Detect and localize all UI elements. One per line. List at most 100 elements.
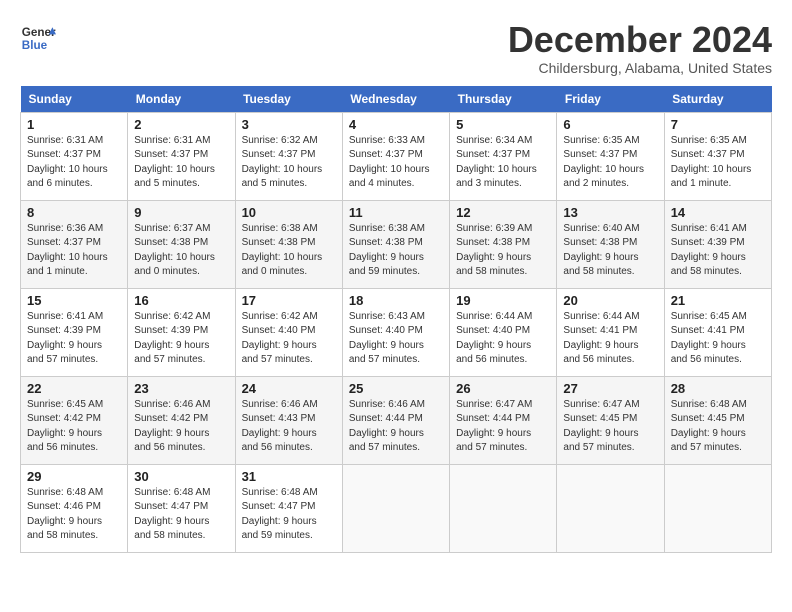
day-number-21: 21 [671, 293, 765, 308]
day-cell-27: 27 Sunrise: 6:47 AMSunset: 4:45 PMDayligh… [557, 376, 664, 464]
day-number-3: 3 [242, 117, 336, 132]
day-detail-23: Sunrise: 6:46 AMSunset: 4:42 PMDaylight:… [134, 398, 228, 456]
weekday-header-thursday: Thursday [450, 86, 557, 113]
day-detail-9: Sunrise: 6:37 AMSunset: 4:38 PMDaylight:… [134, 222, 228, 280]
day-number-8: 8 [27, 205, 121, 220]
weekday-header-sunday: Sunday [21, 86, 128, 113]
day-number-5: 5 [456, 117, 550, 132]
day-number-14: 14 [671, 205, 765, 220]
day-cell-21: 21 Sunrise: 6:45 AMSunset: 4:41 PMDayligh… [664, 288, 771, 376]
week-row-1: 1 Sunrise: 6:31 AMSunset: 4:37 PMDaylight… [21, 112, 772, 200]
day-detail-11: Sunrise: 6:38 AMSunset: 4:38 PMDaylight:… [349, 222, 443, 280]
day-cell-2: 2Sunrise: 6:31 AMSunset: 4:37 PMDaylight… [128, 112, 235, 200]
day-cell-30: 30 Sunrise: 6:48 AMSunset: 4:47 PMDayligh… [128, 464, 235, 552]
day-number-16: 16 [134, 293, 228, 308]
day-detail-7: Sunrise: 6:35 AMSunset: 4:37 PMDaylight:… [671, 134, 765, 192]
location: Childersburg, Alabama, United States [508, 60, 772, 76]
day-detail-25: Sunrise: 6:46 AMSunset: 4:44 PMDaylight:… [349, 398, 443, 456]
day-cell-1: 1Sunrise: 6:31 AMSunset: 4:37 PMDaylight… [21, 112, 128, 200]
day-number-17: 17 [242, 293, 336, 308]
day-cell-3: 3 Sunrise: 6:32 AMSunset: 4:37 PMDaylight… [235, 112, 342, 200]
day-cell-4: 4 Sunrise: 6:33 AMSunset: 4:37 PMDaylight… [342, 112, 449, 200]
day-number-23: 23 [134, 381, 228, 396]
logo-icon: General Blue [20, 20, 56, 56]
day-detail-16: Sunrise: 6:42 AMSunset: 4:39 PMDaylight:… [134, 310, 228, 368]
day-detail-31: Sunrise: 6:48 AMSunset: 4:47 PMDaylight:… [242, 486, 336, 544]
day-number-18: 18 [349, 293, 443, 308]
day-number-7: 7 [671, 117, 765, 132]
day-cell-7: 7 Sunrise: 6:35 AMSunset: 4:37 PMDaylight… [664, 112, 771, 200]
day-detail-20: Sunrise: 6:44 AMSunset: 4:41 PMDaylight:… [563, 310, 657, 368]
day-cell-15: 15 Sunrise: 6:41 AMSunset: 4:39 PMDayligh… [21, 288, 128, 376]
day-cell-23: 23 Sunrise: 6:46 AMSunset: 4:42 PMDayligh… [128, 376, 235, 464]
day-detail-15: Sunrise: 6:41 AMSunset: 4:39 PMDaylight:… [27, 310, 121, 368]
empty-cell [342, 464, 449, 552]
day-number-4: 4 [349, 117, 443, 132]
day-detail-18: Sunrise: 6:43 AMSunset: 4:40 PMDaylight:… [349, 310, 443, 368]
day-detail-21: Sunrise: 6:45 AMSunset: 4:41 PMDaylight:… [671, 310, 765, 368]
day-cell-14: 14 Sunrise: 6:41 AMSunset: 4:39 PMDayligh… [664, 200, 771, 288]
day-number-31: 31 [242, 469, 336, 484]
day-cell-26: 26 Sunrise: 6:47 AMSunset: 4:44 PMDayligh… [450, 376, 557, 464]
day-cell-18: 18 Sunrise: 6:43 AMSunset: 4:40 PMDayligh… [342, 288, 449, 376]
day-number-29: 29 [27, 469, 121, 484]
day-number-20: 20 [563, 293, 657, 308]
day-cell-29: 29 Sunrise: 6:48 AMSunset: 4:46 PMDayligh… [21, 464, 128, 552]
calendar-table: SundayMondayTuesdayWednesdayThursdayFrid… [20, 86, 772, 553]
day-number-13: 13 [563, 205, 657, 220]
day-detail-17: Sunrise: 6:42 AMSunset: 4:40 PMDaylight:… [242, 310, 336, 368]
day-detail-10: Sunrise: 6:38 AMSunset: 4:38 PMDaylight:… [242, 222, 336, 280]
day-detail-5: Sunrise: 6:34 AMSunset: 4:37 PMDaylight:… [456, 134, 550, 192]
day-number-10: 10 [242, 205, 336, 220]
day-detail-30: Sunrise: 6:48 AMSunset: 4:47 PMDaylight:… [134, 486, 228, 544]
title-block: December 2024 Childersburg, Alabama, Uni… [508, 20, 772, 76]
day-detail-19: Sunrise: 6:44 AMSunset: 4:40 PMDaylight:… [456, 310, 550, 368]
day-number-12: 12 [456, 205, 550, 220]
day-detail-12: Sunrise: 6:39 AMSunset: 4:38 PMDaylight:… [456, 222, 550, 280]
empty-cell [557, 464, 664, 552]
day-detail-3: Sunrise: 6:32 AMSunset: 4:37 PMDaylight:… [242, 134, 336, 192]
day-detail-27: Sunrise: 6:47 AMSunset: 4:45 PMDaylight:… [563, 398, 657, 456]
empty-cell [450, 464, 557, 552]
svg-text:Blue: Blue [22, 39, 48, 52]
day-cell-31: 31 Sunrise: 6:48 AMSunset: 4:47 PMDayligh… [235, 464, 342, 552]
day-number-28: 28 [671, 381, 765, 396]
day-cell-20: 20 Sunrise: 6:44 AMSunset: 4:41 PMDayligh… [557, 288, 664, 376]
day-detail-6: Sunrise: 6:35 AMSunset: 4:37 PMDaylight:… [563, 134, 657, 192]
day-number-25: 25 [349, 381, 443, 396]
day-number-30: 30 [134, 469, 228, 484]
logo: General Blue General Blue [20, 20, 56, 56]
weekday-header-row: SundayMondayTuesdayWednesdayThursdayFrid… [21, 86, 772, 113]
weekday-header-monday: Monday [128, 86, 235, 113]
day-cell-8: 8Sunrise: 6:36 AMSunset: 4:37 PMDaylight… [21, 200, 128, 288]
day-cell-6: 6 Sunrise: 6:35 AMSunset: 4:37 PMDaylight… [557, 112, 664, 200]
day-cell-5: 5 Sunrise: 6:34 AMSunset: 4:37 PMDaylight… [450, 112, 557, 200]
day-number-26: 26 [456, 381, 550, 396]
day-cell-9: 9 Sunrise: 6:37 AMSunset: 4:38 PMDaylight… [128, 200, 235, 288]
day-detail-2: Sunrise: 6:31 AMSunset: 4:37 PMDaylight:… [134, 134, 228, 192]
day-number-27: 27 [563, 381, 657, 396]
day-number-11: 11 [349, 205, 443, 220]
day-number-6: 6 [563, 117, 657, 132]
day-cell-11: 11 Sunrise: 6:38 AMSunset: 4:38 PMDayligh… [342, 200, 449, 288]
weekday-header-friday: Friday [557, 86, 664, 113]
day-cell-16: 16 Sunrise: 6:42 AMSunset: 4:39 PMDayligh… [128, 288, 235, 376]
day-number-9: 9 [134, 205, 228, 220]
day-number-1: 1 [27, 117, 121, 132]
week-row-4: 22Sunrise: 6:45 AMSunset: 4:42 PMDayligh… [21, 376, 772, 464]
day-detail-4: Sunrise: 6:33 AMSunset: 4:37 PMDaylight:… [349, 134, 443, 192]
day-cell-25: 25 Sunrise: 6:46 AMSunset: 4:44 PMDayligh… [342, 376, 449, 464]
page-header: General Blue General Blue December 2024 … [20, 20, 772, 76]
day-number-19: 19 [456, 293, 550, 308]
empty-cell [664, 464, 771, 552]
day-number-22: 22 [27, 381, 121, 396]
day-detail-14: Sunrise: 6:41 AMSunset: 4:39 PMDaylight:… [671, 222, 765, 280]
day-number-15: 15 [27, 293, 121, 308]
day-cell-12: 12 Sunrise: 6:39 AMSunset: 4:38 PMDayligh… [450, 200, 557, 288]
week-row-2: 8Sunrise: 6:36 AMSunset: 4:37 PMDaylight… [21, 200, 772, 288]
day-detail-13: Sunrise: 6:40 AMSunset: 4:38 PMDaylight:… [563, 222, 657, 280]
day-detail-29: Sunrise: 6:48 AMSunset: 4:46 PMDaylight:… [27, 486, 121, 544]
day-number-24: 24 [242, 381, 336, 396]
day-cell-22: 22Sunrise: 6:45 AMSunset: 4:42 PMDayligh… [21, 376, 128, 464]
day-detail-26: Sunrise: 6:47 AMSunset: 4:44 PMDaylight:… [456, 398, 550, 456]
